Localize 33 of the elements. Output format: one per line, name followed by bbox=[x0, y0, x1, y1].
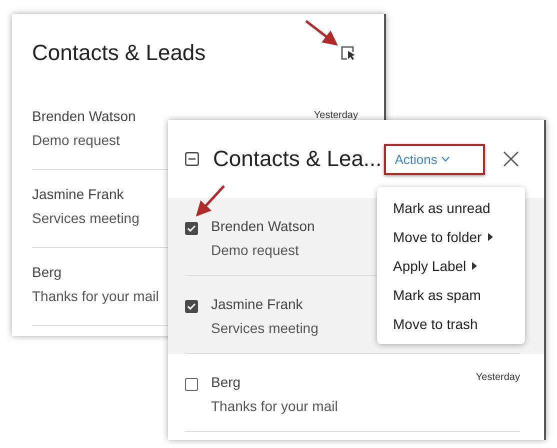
sender-name: Brenden Watson bbox=[32, 108, 136, 124]
menu-item[interactable]: Move to folder bbox=[377, 222, 525, 251]
message-checkbox[interactable] bbox=[185, 378, 198, 391]
sender-name: Berg bbox=[211, 374, 241, 390]
message-date: Yesterday bbox=[476, 372, 520, 383]
close-button[interactable] bbox=[502, 150, 520, 168]
message-subject: Thanks for your mail bbox=[211, 398, 338, 414]
menu-item[interactable]: Move to trash bbox=[377, 309, 525, 338]
message-date: Yesterday bbox=[314, 110, 358, 121]
menu-item[interactable]: Apply Label bbox=[377, 251, 525, 280]
message-subject: Thanks for your mail bbox=[32, 288, 159, 304]
sender-name: Jasmine Frank bbox=[211, 296, 303, 312]
sender-name: Berg bbox=[32, 264, 62, 280]
submenu-arrow-icon bbox=[472, 262, 478, 270]
submenu-arrow-icon bbox=[488, 232, 493, 240]
annotation-arrow bbox=[305, 20, 338, 46]
message-subject: Services meeting bbox=[211, 320, 318, 336]
menu-item[interactable]: Mark as unread bbox=[377, 193, 525, 222]
deselect-all-icon[interactable] bbox=[185, 152, 199, 166]
menu-item[interactable]: Mark as spam bbox=[377, 280, 525, 309]
sender-name: Jasmine Frank bbox=[32, 186, 124, 202]
panel-title: Contacts & Lea... bbox=[213, 146, 382, 172]
message-checkbox[interactable] bbox=[185, 300, 198, 313]
sender-name: Brenden Watson bbox=[211, 218, 315, 234]
message-subject: Demo request bbox=[32, 132, 120, 148]
actions-button[interactable]: Actions bbox=[384, 144, 485, 174]
panel-title: Contacts & Leads bbox=[32, 40, 206, 66]
message-checkbox[interactable] bbox=[185, 222, 198, 235]
select-cursor-icon[interactable] bbox=[341, 46, 356, 60]
message-subject: Demo request bbox=[211, 242, 299, 258]
message-subject: Services meeting bbox=[32, 210, 140, 226]
annotation-arrow bbox=[196, 185, 225, 217]
chevron-down-icon bbox=[441, 156, 450, 162]
